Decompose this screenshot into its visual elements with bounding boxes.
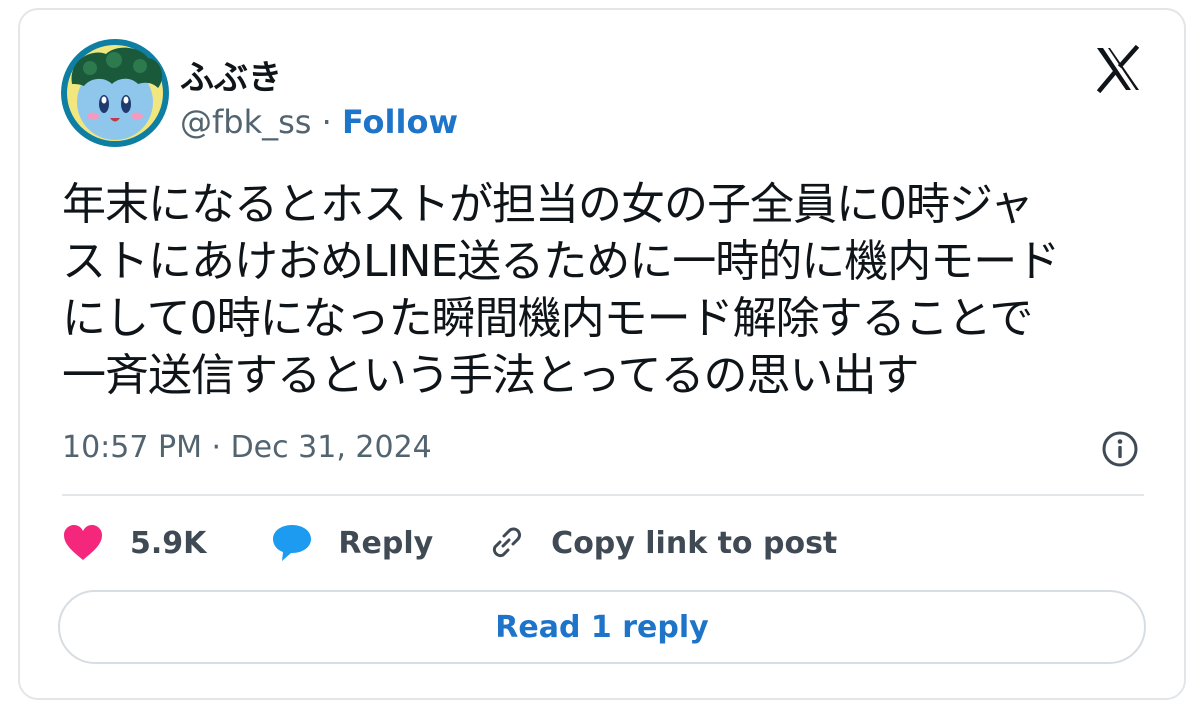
tweet-text-line: 一斉送信するという手法とってるの思い出す (62, 350, 919, 401)
reply-button[interactable]: Reply (270, 522, 433, 564)
author-name[interactable]: ふぶき (180, 50, 282, 99)
tweet-timestamp[interactable]: 10:57 PM · Dec 31, 2024 (62, 430, 432, 465)
copy-link-label: Copy link to post (551, 525, 838, 561)
like-button[interactable]: 5.9K (62, 523, 206, 563)
tweet-text-line: にして0時になった瞬間機内モード解除することで (62, 293, 1033, 344)
read-replies-button[interactable]: Read 1 reply (58, 590, 1146, 664)
divider (62, 494, 1144, 496)
tweet-text-line: ストにあけおめLINE送るために一時的に機内モード (62, 236, 1060, 287)
reply-label: Reply (338, 525, 434, 561)
read-replies-label: Read 1 reply (495, 609, 709, 645)
link-icon (493, 527, 522, 558)
author-handle[interactable]: @fbk_ss (180, 103, 311, 141)
likes-count: 5.9K (130, 525, 207, 561)
follow-button[interactable]: Follow (342, 103, 458, 141)
speech-bubble-icon (273, 525, 312, 561)
heart-icon (64, 525, 102, 560)
tweet-card: ふぶき @fbk_ss · Follow 年末になるとホストが担当の女の子全員に… (18, 8, 1186, 700)
handle-row: @fbk_ss · Follow (180, 103, 458, 141)
copy-link-button[interactable]: Copy link to post (485, 522, 837, 564)
avatar[interactable] (60, 38, 170, 148)
tweet-text: 年末になるとホストが担当の女の子全員に0時ジャ ストにあけおめLINE送るために… (62, 176, 1162, 404)
x-logo-icon[interactable] (1094, 45, 1142, 93)
tweet-text-line: 年末になるとホストが担当の女の子全員に0時ジャ (62, 179, 1034, 230)
info-icon[interactable] (1100, 429, 1140, 469)
separator-dot: · (321, 103, 332, 141)
action-bar: 5.9K Reply Copy link to post (62, 520, 837, 566)
